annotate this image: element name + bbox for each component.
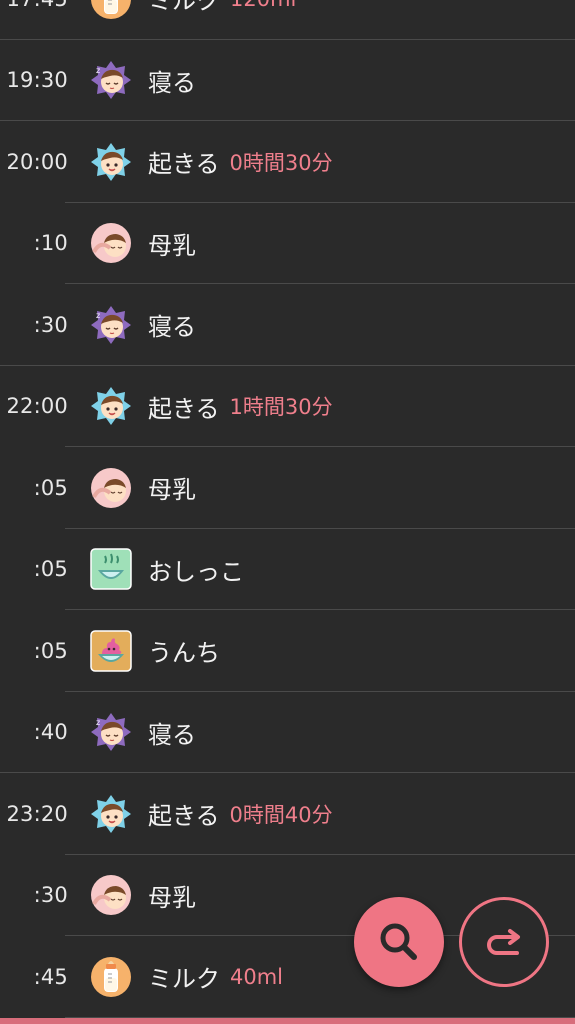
log-row[interactable]: :05 おしっこ [0, 529, 575, 610]
log-time: :40 [33, 720, 68, 745]
poop-icon [90, 630, 132, 672]
log-label: 起きる [148, 394, 220, 423]
svg-text:z: z [96, 718, 100, 727]
log-time: :05 [33, 638, 68, 663]
log-row[interactable]: 19:30 z 寝る [0, 40, 575, 121]
sleep-icon: z [90, 59, 132, 101]
breastfeed-icon [90, 222, 132, 264]
redo-button[interactable] [459, 897, 549, 987]
milk-bottle-icon [90, 956, 132, 998]
log-time: :05 [33, 475, 68, 500]
log-label: 母乳 [148, 883, 196, 912]
log-time: :30 [33, 883, 68, 908]
breastfeed-icon [90, 467, 132, 509]
log-label: ミルク [148, 965, 220, 994]
log-label: うんち [148, 639, 220, 668]
log-time: :30 [33, 312, 68, 337]
log-time: :10 [33, 231, 68, 256]
log-row[interactable]: 20:00 起きる 0時間30分 [0, 121, 575, 203]
log-label: 起きる [148, 802, 220, 831]
svg-text:z: z [96, 66, 100, 75]
log-label: 起きる [148, 150, 220, 179]
log-row[interactable]: :40 z 寝る [0, 692, 575, 773]
sleep-icon: z [90, 304, 132, 346]
sleep-icon: z [90, 711, 132, 753]
log-row[interactable]: 17:45 ミルク 120ml [0, 0, 575, 40]
log-label: 寝る [148, 68, 196, 97]
log-detail: 120ml [230, 0, 296, 11]
log-time: 23:20 [6, 801, 68, 826]
log-label: 母乳 [148, 231, 196, 260]
redo-arrow-icon [487, 929, 520, 955]
log-label: おしっこ [148, 557, 244, 586]
log-row[interactable]: 22:00 起きる 1時間30分 [0, 366, 575, 447]
search-button[interactable] [354, 897, 444, 987]
log-time: :45 [33, 964, 68, 989]
log-label: 寝る [148, 720, 196, 749]
log-row[interactable]: :05 母乳 [0, 447, 575, 529]
svg-text:z: z [96, 311, 100, 320]
wake-icon [90, 793, 132, 835]
log-row[interactable]: :30 z 寝る [0, 284, 575, 366]
milk-bottle-icon [90, 0, 132, 20]
log-detail: 0時間40分 [229, 802, 333, 827]
log-label: ミルク [148, 0, 220, 16]
log-row[interactable]: :05 うんち [0, 610, 575, 692]
log-time: 20:00 [6, 149, 68, 174]
search-icon [380, 923, 417, 960]
log-row[interactable]: :10 母乳 [0, 203, 575, 284]
log-time: :05 [33, 557, 68, 582]
pee-icon [90, 548, 132, 590]
log-row[interactable]: 23:20 起きる 0時間40分 [0, 773, 575, 855]
log-detail: 0時間30分 [229, 150, 333, 175]
log-detail: 1時間30分 [229, 395, 333, 420]
log-detail: 40ml [230, 964, 284, 989]
log-time: 22:00 [6, 394, 68, 419]
log-time: 19:30 [6, 68, 68, 93]
log-label: 母乳 [148, 476, 196, 505]
app-root: 17:45 ミルク 120ml 19:30 z 寝る 20:00 起きる 0時間30分 :10 母乳… [0, 0, 575, 1024]
log-label: 寝る [148, 313, 196, 342]
log-time: 17:45 [0, 0, 68, 11]
breastfeed-icon [90, 874, 132, 916]
wake-icon [90, 385, 132, 427]
bottom-accent-bar [0, 1018, 575, 1024]
wake-icon [90, 141, 132, 183]
activity-log-list[interactable]: 17:45 ミルク 120ml 19:30 z 寝る 20:00 起きる 0時間30分 :10 母乳… [0, 0, 575, 1018]
